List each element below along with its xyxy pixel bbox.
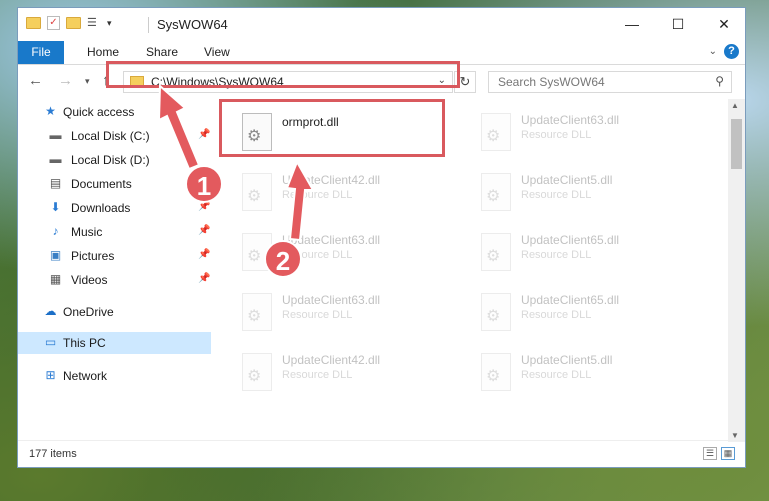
annotation-arrows	[157, 83, 315, 242]
callout-1-badge: 1	[185, 165, 223, 203]
arrow-1-icon	[157, 83, 201, 171]
arrow-2-icon	[285, 159, 315, 242]
callout-2-badge: 2	[264, 240, 302, 278]
